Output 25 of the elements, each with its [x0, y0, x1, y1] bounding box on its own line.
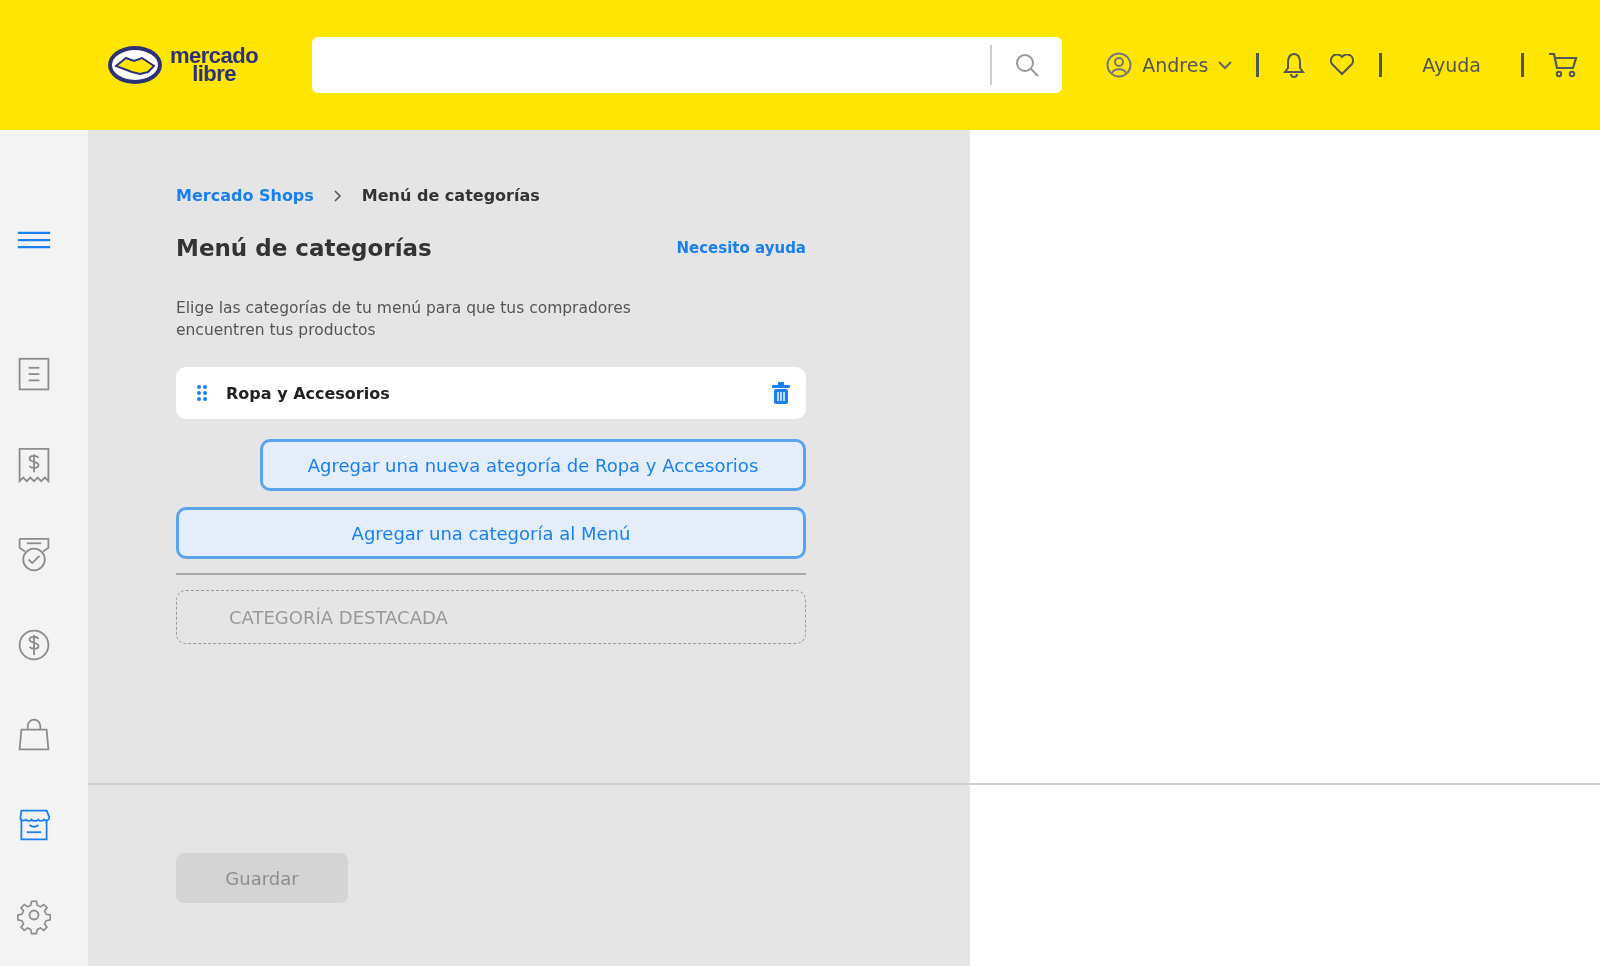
search-icon[interactable] — [1014, 52, 1041, 78]
help-link[interactable]: Necesito ayuda — [676, 239, 806, 257]
bell-icon[interactable] — [1283, 52, 1306, 78]
chevron-right-icon — [333, 189, 342, 202]
user-name[interactable]: Andres — [1142, 54, 1209, 76]
heart-icon[interactable] — [1329, 54, 1356, 76]
page-description: Elige las categorías de tu menú para que tus compradores encuentren tus productos — [176, 298, 632, 341]
logo-wordmark: mercado libre — [170, 47, 259, 83]
drag-handle-icon[interactable] — [196, 384, 208, 402]
add-category-button[interactable]: Agregar una categoría al Menú — [176, 507, 806, 559]
breadcrumb-link[interactable]: Mercado Shops — [176, 186, 314, 205]
chevron-down-icon[interactable] — [1218, 60, 1233, 70]
cart-icon[interactable] — [1548, 52, 1578, 78]
search-field[interactable] — [312, 37, 1063, 93]
page-title: Menú de categorías — [176, 235, 432, 261]
add-subcategory-button[interactable]: Agregar una nueva ategoría de Ropa y Accesorios — [260, 439, 806, 491]
breadcrumb-current: Menú de categorías — [361, 186, 540, 205]
receipt-icon[interactable] — [16, 445, 52, 485]
user-avatar-icon[interactable] — [1106, 52, 1133, 78]
category-row[interactable]: Ropa y Accesorios — [176, 367, 806, 419]
handshake-logo-icon — [106, 44, 164, 86]
trash-icon[interactable] — [772, 382, 790, 404]
help-link[interactable]: Ayuda — [1422, 54, 1481, 76]
featured-category-slot[interactable]: CATEGORÍA DESTACADA — [176, 590, 806, 644]
category-name: Ropa y Accesorios — [226, 383, 391, 403]
